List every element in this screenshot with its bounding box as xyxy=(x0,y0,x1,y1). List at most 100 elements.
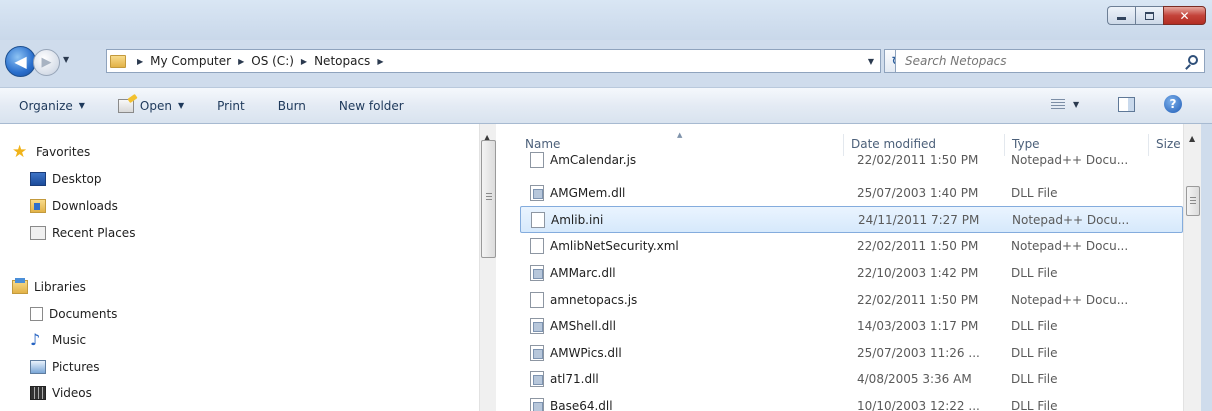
file-type: Notepad++ Docu... xyxy=(1011,152,1129,167)
file-list: ▲ Name Date modified Type Size AmCalenda… xyxy=(513,124,1212,411)
nav-item-downloads[interactable]: Downloads xyxy=(30,199,118,213)
dll-file-icon xyxy=(530,371,544,388)
nav-item-pictures[interactable]: Pictures xyxy=(30,360,100,374)
help-icon[interactable]: ? xyxy=(1164,95,1182,113)
folder-icon xyxy=(110,54,126,68)
open-button[interactable]: Open ▼ xyxy=(117,98,185,113)
table-row[interactable]: AMGMem.dll 25/07/2003 1:40 PM DLL File xyxy=(520,180,1183,207)
search-input[interactable] xyxy=(905,54,1175,68)
chevron-right-icon[interactable]: ▶ xyxy=(238,57,244,66)
nav-item-videos[interactable]: Videos xyxy=(30,386,92,400)
table-row[interactable]: amnetopacs.js 22/02/2011 1:50 PM Notepad++… xyxy=(520,286,1183,313)
file-name: AMMarc.dll xyxy=(550,265,616,280)
sort-ascending-icon: ▲ xyxy=(677,131,683,139)
nav-favorites-label: Favorites xyxy=(36,145,91,159)
nav-item-music[interactable]: ♪ Music xyxy=(30,332,86,348)
file-type: DLL File xyxy=(1011,372,1058,387)
maximize-button[interactable] xyxy=(1135,6,1163,25)
breadcrumb-netopacs[interactable]: Netopacs xyxy=(314,54,370,68)
file-type: Notepad++ Docu... xyxy=(1012,212,1130,227)
file-type: DLL File xyxy=(1011,319,1058,334)
file-date-modified: 14/03/2003 1:17 PM xyxy=(857,319,979,334)
grip-icon xyxy=(1190,197,1196,205)
file-name: Amlib.ini xyxy=(551,212,604,227)
search-box[interactable] xyxy=(895,49,1205,73)
nav-item-label: Videos xyxy=(52,386,92,400)
view-options-dropdown[interactable]: ▼ xyxy=(1073,100,1079,109)
table-row[interactable]: AmCalendar.js 22/02/2011 1:50 PM Notepad++… xyxy=(520,146,1183,173)
window-controls: ✕ xyxy=(1107,6,1206,25)
table-row[interactable]: AMWPics.dll 25/07/2003 11:26 ... DLL File xyxy=(520,339,1183,366)
minimize-icon xyxy=(1117,17,1126,20)
recent-places-icon xyxy=(30,226,46,240)
close-button[interactable]: ✕ xyxy=(1163,6,1206,25)
table-row[interactable]: AMShell.dll 14/03/2003 1:17 PM DLL File xyxy=(520,313,1183,340)
nav-libraries[interactable]: Libraries xyxy=(12,278,86,294)
forward-button[interactable]: ▶ xyxy=(33,49,60,76)
file-name: Base64.dll xyxy=(550,398,613,411)
command-bar: Organize ▼ Open ▼ Print Burn New folder xyxy=(0,87,1212,124)
organize-button[interactable]: Organize ▼ xyxy=(19,99,85,113)
navigation-pane: ★ Favorites Desktop Downloads Recent Pla… xyxy=(0,124,499,411)
nav-scrollbar[interactable]: ▲ xyxy=(479,124,496,411)
address-bar[interactable]: ▶ My Computer ▶ OS (C:) ▶ Netopacs ▶ ▼ xyxy=(106,49,881,73)
burn-button[interactable]: Burn xyxy=(278,99,306,113)
file-name: atl71.dll xyxy=(550,372,599,387)
file-scroll-thumb[interactable] xyxy=(1186,186,1200,216)
scroll-up-icon[interactable]: ▲ xyxy=(1189,134,1195,143)
star-icon: ★ xyxy=(12,142,28,162)
nav-item-label: Recent Places xyxy=(52,226,136,240)
file-name: AMGMem.dll xyxy=(550,186,626,201)
file-date-modified: 22/02/2011 1:50 PM xyxy=(857,239,979,254)
back-button[interactable]: ◀ xyxy=(5,46,36,77)
file-name: AMShell.dll xyxy=(550,319,616,334)
forward-arrow-icon: ▶ xyxy=(41,55,52,70)
dll-file-icon xyxy=(530,318,544,335)
window-border xyxy=(1201,124,1212,411)
change-view-icon[interactable] xyxy=(1051,99,1065,110)
document-file-icon xyxy=(531,211,545,228)
table-row[interactable]: atl71.dll 4/08/2005 3:36 AM DLL File xyxy=(520,366,1183,393)
nav-item-desktop[interactable]: Desktop xyxy=(30,172,102,186)
file-name: AMWPics.dll xyxy=(550,345,622,360)
pictures-icon xyxy=(30,360,46,374)
minimize-button[interactable] xyxy=(1107,6,1135,25)
back-arrow-icon: ◀ xyxy=(14,52,27,71)
close-icon: ✕ xyxy=(1179,8,1190,23)
file-name: AmlibNetSecurity.xml xyxy=(550,239,679,254)
documents-icon xyxy=(30,307,43,321)
chevron-right-icon[interactable]: ▶ xyxy=(377,57,383,66)
recent-pages-dropdown[interactable]: ▼ xyxy=(63,55,69,64)
nav-item-label: Desktop xyxy=(52,172,102,186)
nav-favorites[interactable]: ★ Favorites xyxy=(12,142,91,162)
nav-item-label: Downloads xyxy=(52,199,118,213)
search-icon[interactable] xyxy=(1188,55,1198,65)
new-folder-button[interactable]: New folder xyxy=(339,99,404,113)
chevron-right-icon[interactable]: ▶ xyxy=(137,57,143,66)
pane-splitter[interactable] xyxy=(496,124,513,411)
dll-file-icon xyxy=(530,185,544,202)
file-type: DLL File xyxy=(1011,186,1058,201)
table-row[interactable]: AmlibNetSecurity.xml 22/02/2011 1:50 PM No… xyxy=(520,233,1183,260)
breadcrumb-os-c[interactable]: OS (C:) xyxy=(251,54,294,68)
nav-item-documents[interactable]: Documents xyxy=(30,307,117,321)
document-file-icon xyxy=(530,151,544,168)
file-list-scrollbar[interactable]: ▲ xyxy=(1183,124,1201,411)
chevron-down-icon: ▼ xyxy=(78,101,85,110)
nav-scroll-thumb[interactable] xyxy=(481,140,496,258)
chevron-down-icon: ▼ xyxy=(177,101,185,110)
new-folder-label: New folder xyxy=(338,98,404,113)
address-history-dropdown[interactable]: ▼ xyxy=(868,57,874,66)
preview-pane-icon[interactable] xyxy=(1118,97,1135,112)
nav-libraries-label: Libraries xyxy=(34,280,86,294)
print-button[interactable]: Print xyxy=(217,99,245,113)
table-row[interactable]: AMMarc.dll 22/10/2003 1:42 PM DLL File xyxy=(520,259,1183,286)
nav-item-recent-places[interactable]: Recent Places xyxy=(30,226,135,240)
breadcrumb-my-computer[interactable]: My Computer xyxy=(150,54,231,68)
file-name: AmCalendar.js xyxy=(550,152,637,167)
table-row[interactable]: Amlib.ini 24/11/2011 7:27 PM Notepad++ Doc… xyxy=(520,206,1183,234)
chevron-right-icon[interactable]: ▶ xyxy=(301,57,307,66)
file-type: DLL File xyxy=(1011,345,1058,360)
file-date-modified: 22/02/2011 1:50 PM xyxy=(857,292,979,307)
table-row[interactable]: Base64.dll 10/10/2003 12:22 ... DLL File xyxy=(520,392,1183,411)
